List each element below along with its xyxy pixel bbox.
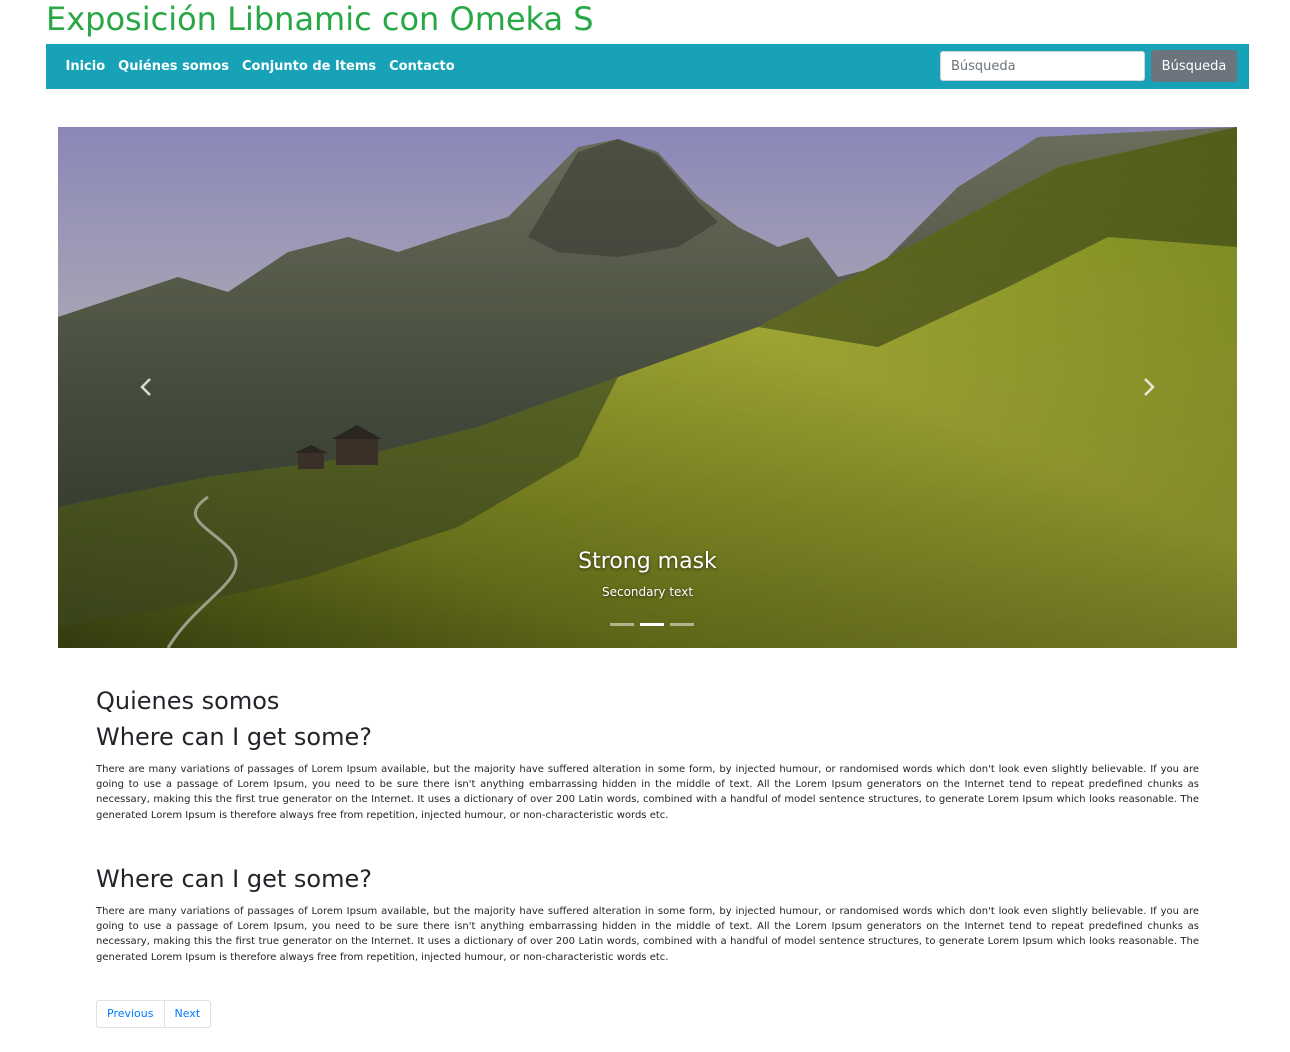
chevron-left-icon bbox=[140, 378, 151, 396]
section-paragraph: There are many variations of passages of… bbox=[96, 764, 1199, 821]
nav-menu: Inicio Quiénes somos Conjunto de Items C… bbox=[59, 44, 461, 89]
next-page-button[interactable]: Next bbox=[164, 1000, 212, 1028]
site-title[interactable]: Exposición Libnamic con Omeka S bbox=[46, 0, 594, 38]
search-button[interactable]: Búsqueda bbox=[1151, 50, 1237, 82]
carousel-next-control[interactable] bbox=[1129, 367, 1169, 407]
carousel-indicators bbox=[607, 623, 697, 626]
carousel-indicator[interactable] bbox=[610, 623, 634, 626]
nav-item-contacto[interactable]: Contacto bbox=[389, 59, 455, 74]
carousel: Strong mask Secondary text bbox=[58, 127, 1237, 648]
nav-item-inicio[interactable]: Inicio bbox=[66, 59, 106, 74]
pagination: Previous Next bbox=[96, 1000, 212, 1028]
navbar: Inicio Quiénes somos Conjunto de Items C… bbox=[46, 44, 1249, 89]
previous-page-button[interactable]: Previous bbox=[96, 1000, 165, 1028]
page-title: Quienes somos bbox=[96, 687, 280, 715]
nav-item-conjunto-de-items[interactable]: Conjunto de Items bbox=[242, 59, 376, 74]
main-content: Quienes somos Where can I get some? Ther… bbox=[96, 684, 1199, 823]
carousel-caption-title: Strong mask bbox=[578, 549, 717, 574]
section-title: Where can I get some? bbox=[96, 865, 372, 893]
search-input[interactable] bbox=[940, 51, 1145, 81]
section-title: Where can I get some? bbox=[96, 723, 372, 751]
section-paragraph: There are many variations of passages of… bbox=[96, 906, 1199, 963]
carousel-indicator-active[interactable] bbox=[640, 623, 664, 626]
carousel-indicator[interactable] bbox=[670, 623, 694, 626]
chevron-right-icon bbox=[1144, 378, 1155, 396]
carousel-prev-control[interactable] bbox=[126, 367, 166, 407]
content-section: Where can I get some? There are many var… bbox=[96, 860, 1199, 965]
nav-item-quienes-somos[interactable]: Quiénes somos bbox=[118, 59, 229, 74]
carousel-caption-text: Secondary text bbox=[601, 585, 694, 599]
